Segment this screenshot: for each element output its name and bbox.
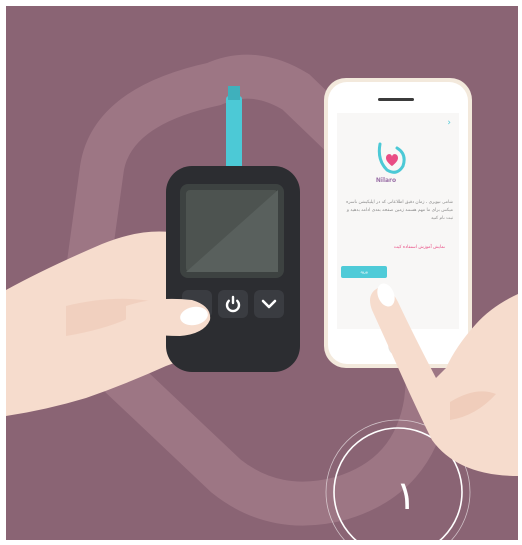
intro-text: شامی تیوپری ، زمان دقیق اطلاعاتی که در ا… [346, 200, 453, 221]
tutorial-link: نمایش آموزش استفاده کیت [393, 245, 445, 250]
step-number: ١ [395, 473, 417, 519]
phone-speaker [378, 98, 414, 101]
app-brand-name: Nilaro [375, 177, 397, 184]
test-strip-tip [228, 86, 240, 100]
glucometer-down-button [254, 290, 284, 318]
back-icon: › [447, 118, 451, 128]
login-button: ورود [341, 266, 387, 278]
tutorial-illustration: › Nilaro شامی تیوپری ، زمان دقیق اطلاعات… [6, 6, 518, 540]
phone-app-screen: › Nilaro شامی تیوپری ، زمان دقیق اطلاعات… [337, 113, 459, 329]
